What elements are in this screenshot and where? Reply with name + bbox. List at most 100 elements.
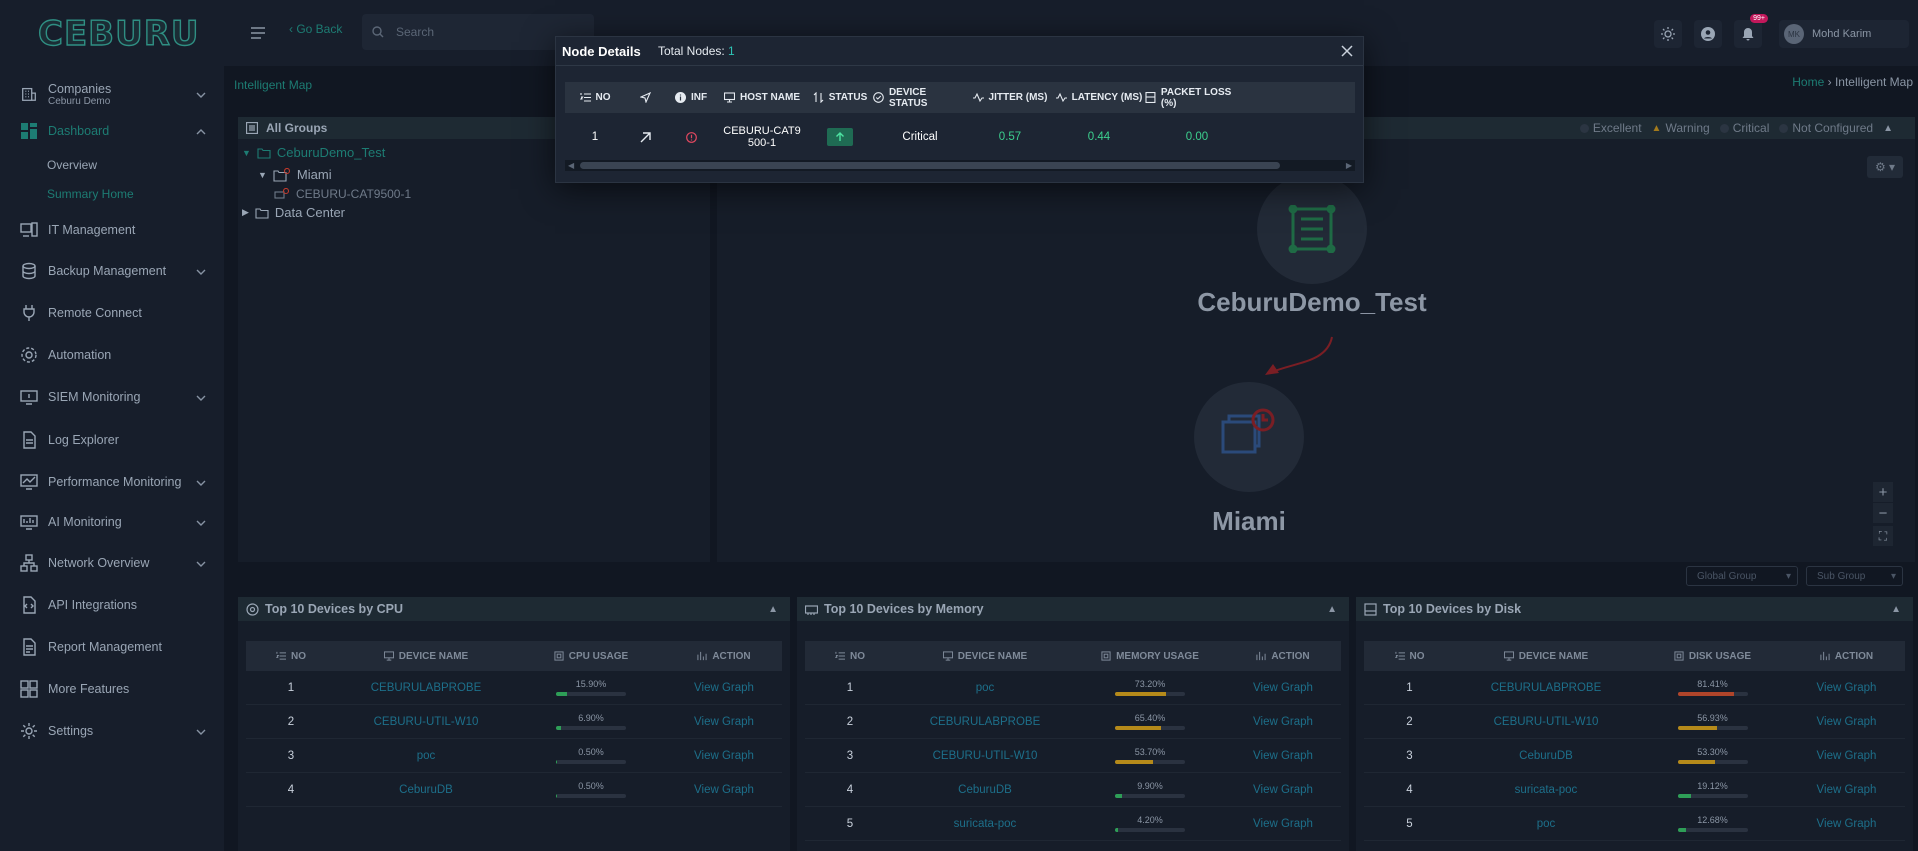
col-header[interactable]: DISK USAGE — [1637, 651, 1788, 662]
legend-excellent[interactable]: Excellent — [1579, 121, 1642, 135]
map-settings-button[interactable]: ⚙ ▾ — [1867, 156, 1903, 178]
col-packet-loss[interactable]: PACKET LOSS (%) — [1145, 87, 1249, 109]
col-inf[interactable]: INF — [665, 92, 717, 103]
col-header[interactable]: MEMORY USAGE — [1075, 651, 1225, 662]
view-graph-link[interactable]: View Graph — [1225, 750, 1341, 762]
col-latency[interactable]: LATENCY (MS) — [1053, 92, 1145, 103]
user-menu[interactable]: MK Mohd Karim — [1779, 20, 1909, 48]
sub-group-select[interactable]: Sub Group ▾ — [1806, 566, 1903, 586]
tree-node-root[interactable]: ▼ CeburuDemo_Test — [242, 145, 385, 160]
device-link[interactable]: poc — [336, 750, 516, 762]
device-link[interactable]: CEBURULABPROBE — [1455, 682, 1637, 694]
collapse-icon[interactable]: ▲ — [1891, 604, 1901, 615]
col-header[interactable]: CPU USAGE — [516, 651, 666, 662]
collapse-icon[interactable]: ▲ — [768, 604, 778, 615]
tree-node-miami[interactable]: ▼ Miami — [258, 167, 332, 182]
company-selector[interactable]: Companies Ceburu Demo — [0, 76, 224, 112]
device-link[interactable]: CEBURULABPROBE — [336, 682, 516, 694]
view-graph-link[interactable]: View Graph — [1225, 716, 1341, 728]
nav-dashboard[interactable]: Dashboard — [0, 117, 224, 145]
device-link[interactable]: poc — [1455, 818, 1637, 830]
view-graph-link[interactable]: View Graph — [1225, 682, 1341, 694]
fullscreen-button[interactable]: ⛶ — [1873, 526, 1893, 546]
nav-overview[interactable]: Overview — [47, 158, 97, 172]
col-host[interactable]: HOST NAME — [717, 92, 807, 103]
view-graph-link[interactable]: View Graph — [666, 716, 782, 728]
legend-not-configured[interactable]: Not Configured — [1779, 121, 1873, 135]
col-jitter[interactable]: JITTER (MS) — [967, 92, 1053, 103]
cell-inf[interactable] — [665, 131, 717, 143]
global-group-select[interactable]: Global Group ▾ — [1686, 566, 1798, 586]
view-graph-link[interactable]: View Graph — [1225, 818, 1341, 830]
view-graph-link[interactable]: View Graph — [666, 750, 782, 762]
legend-warning[interactable]: ▲ Warning — [1652, 121, 1710, 135]
nav-backup-management[interactable]: Backup Management — [0, 257, 224, 285]
device-link[interactable]: CEBURU-UTIL-W10 — [1455, 716, 1637, 728]
device-link[interactable]: CeburuDB — [895, 784, 1075, 796]
nav-network-overview[interactable]: Network Overview — [0, 549, 224, 577]
modal-table-row[interactable]: 1 CEBURU-CAT9500-1 Critical 0.57 0.44 0.… — [565, 117, 1355, 157]
nav-it-management[interactable]: IT Management — [0, 216, 224, 244]
cell-navigate[interactable] — [625, 131, 665, 143]
menu-icon[interactable] — [250, 26, 266, 40]
profile-status-button[interactable] — [1694, 20, 1722, 48]
view-graph-link[interactable]: View Graph — [1788, 682, 1905, 694]
legend-critical[interactable]: Critical — [1719, 121, 1769, 135]
collapse-icon[interactable]: ▲ — [1327, 604, 1337, 615]
device-link[interactable]: suricata-poc — [895, 818, 1075, 830]
close-icon[interactable] — [1341, 45, 1353, 57]
nav-settings[interactable]: Settings — [0, 717, 224, 745]
device-link[interactable]: poc — [895, 682, 1075, 694]
zoom-out-button[interactable]: − — [1873, 503, 1893, 523]
go-back-link[interactable]: ‹ Go Back — [289, 22, 342, 36]
view-graph-link[interactable]: View Graph — [1788, 750, 1905, 762]
notifications-button[interactable]: 99+ — [1734, 14, 1768, 48]
nav-more-features[interactable]: More Features — [0, 675, 224, 703]
horizontal-scrollbar[interactable]: ◀ ▶ — [565, 160, 1355, 171]
device-link[interactable]: suricata-poc — [1455, 784, 1637, 796]
view-graph-link[interactable]: View Graph — [666, 784, 782, 796]
nav-api-integrations[interactable]: API Integrations — [0, 591, 224, 619]
nav-report-management[interactable]: Report Management — [0, 633, 224, 661]
col-header[interactable]: ACTION — [1788, 651, 1905, 662]
tree-node-data-center[interactable]: ▶ Data Center — [242, 205, 345, 220]
nav-automation[interactable]: Automation — [0, 341, 224, 369]
scroll-left-icon[interactable]: ◀ — [568, 161, 574, 170]
view-graph-link[interactable]: View Graph — [1225, 784, 1341, 796]
theme-toggle-button[interactable] — [1654, 20, 1682, 48]
device-link[interactable]: CEBURU-UTIL-W10 — [336, 716, 516, 728]
col-header[interactable]: NO — [246, 651, 336, 662]
col-no[interactable]: NO — [565, 92, 625, 103]
col-header[interactable]: DEVICE NAME — [1455, 651, 1637, 662]
scrollbar-thumb[interactable] — [580, 162, 1280, 169]
nav-summary-home[interactable]: Summary Home — [47, 187, 134, 201]
status-up-badge[interactable] — [827, 128, 853, 146]
view-graph-link[interactable]: View Graph — [666, 682, 782, 694]
view-graph-link[interactable]: View Graph — [1788, 818, 1905, 830]
col-navigate[interactable] — [625, 92, 665, 103]
nav-siem-monitoring[interactable]: SIEM Monitoring — [0, 383, 224, 411]
device-link[interactable]: CEBURULABPROBE — [895, 716, 1075, 728]
device-link[interactable]: CeburuDB — [1455, 750, 1637, 762]
collapse-icon[interactable]: ▲ — [1883, 123, 1893, 134]
col-status[interactable]: STATUS — [807, 92, 873, 103]
col-header[interactable]: DEVICE NAME — [895, 651, 1075, 662]
map-node-miami[interactable] — [1194, 382, 1304, 492]
view-graph-link[interactable]: View Graph — [1788, 716, 1905, 728]
device-link[interactable]: CEBURU-UTIL-W10 — [895, 750, 1075, 762]
device-link[interactable]: CeburuDB — [336, 784, 516, 796]
col-header[interactable]: DEVICE NAME — [336, 651, 516, 662]
nav-remote-connect[interactable]: Remote Connect — [0, 299, 224, 327]
col-header[interactable]: ACTION — [1225, 651, 1341, 662]
nav-log-explorer[interactable]: Log Explorer — [0, 426, 224, 454]
nav-performance-monitoring[interactable]: Performance Monitoring — [0, 468, 224, 496]
view-graph-link[interactable]: View Graph — [1788, 784, 1905, 796]
zoom-in-button[interactable]: + — [1873, 482, 1893, 502]
breadcrumb-home[interactable]: Home — [1792, 75, 1824, 89]
nav-ai-monitoring[interactable]: AI Monitoring — [0, 508, 224, 536]
map-node-root[interactable] — [1257, 174, 1367, 284]
tree-node-device[interactable]: CEBURU-CAT9500-1 — [274, 187, 411, 201]
col-device-status[interactable]: DEVICE STATUS — [873, 87, 967, 109]
col-header[interactable]: NO — [1364, 651, 1455, 662]
col-header[interactable]: NO — [805, 651, 895, 662]
